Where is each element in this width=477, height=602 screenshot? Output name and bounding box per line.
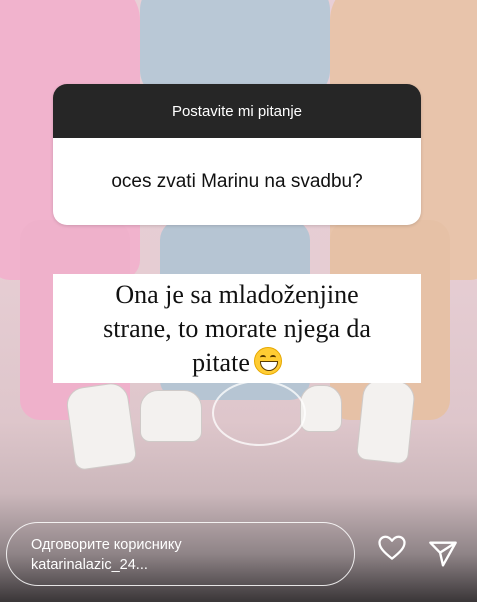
question-text: oces zvati Marinu na svadbu? xyxy=(53,138,421,225)
answer-line-3: pitate xyxy=(53,346,421,380)
send-icon[interactable] xyxy=(427,538,459,570)
reply-placeholder-line-1: Одговорите кориснику xyxy=(31,537,182,553)
question-sticker-header: Postavite mi pitanje xyxy=(53,84,421,138)
heart-icon[interactable] xyxy=(377,533,407,563)
answer-line-1: Ona je sa mladoženjine xyxy=(115,279,359,309)
answer-line-2: strane, to morate njega da xyxy=(103,313,371,343)
answer-text-block: Ona je sa mladoženjine strane, to morate… xyxy=(53,274,421,383)
question-sticker[interactable]: Postavite mi pitanje oces zvati Marinu n… xyxy=(53,84,421,225)
story-view: Postavite mi pitanje oces zvati Marinu n… xyxy=(0,0,477,602)
reply-input[interactable]: Одговорите кориснику katarinalazic_24... xyxy=(6,522,355,586)
reply-placeholder-line-2: katarinalazic_24... xyxy=(31,557,148,573)
grinning-face-emoji-icon xyxy=(253,346,282,375)
brand-watermark xyxy=(212,380,306,446)
